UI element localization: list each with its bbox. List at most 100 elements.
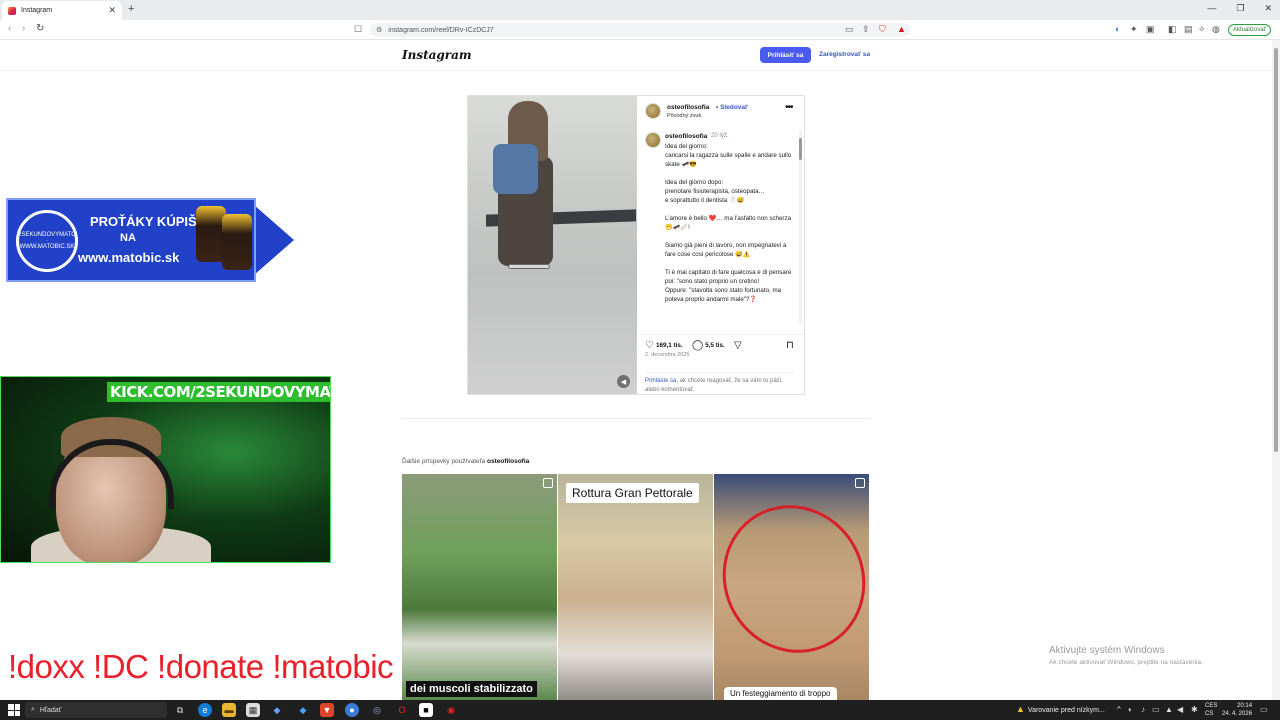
reload-icon[interactable]: ↻ bbox=[36, 23, 44, 34]
url-field[interactable]: ⚙ instagram.com/reel/DRv-ICzDCJ7 bbox=[370, 23, 910, 37]
battery-warning[interactable]: ▲ Varovanie pred nízkym... bbox=[1016, 704, 1105, 714]
sidebar-icon[interactable]: ◧ bbox=[1168, 24, 1177, 35]
tab-search-icon[interactable]: ▤ bbox=[1184, 24, 1193, 35]
more-posts-grid: dei muscoli stabilizzato Rottura Gran Pe… bbox=[402, 474, 870, 700]
steam-icon[interactable]: ◎ bbox=[370, 703, 384, 717]
caption-scroll-thumb[interactable] bbox=[799, 138, 802, 160]
app-icon[interactable]: ◆ bbox=[270, 703, 284, 717]
signup-link[interactable]: Zaregistrovať sa bbox=[819, 51, 870, 58]
start-button[interactable] bbox=[8, 704, 20, 716]
bluetooth-icon[interactable]: ✱ bbox=[1191, 705, 1198, 714]
vpn-icon[interactable]: ◍ bbox=[1212, 24, 1220, 35]
app-icon[interactable]: ■ bbox=[419, 703, 433, 717]
new-tab-icon[interactable]: + bbox=[128, 3, 134, 15]
caption-scrollbar[interactable] bbox=[799, 130, 802, 324]
close-tab-icon[interactable]: ✕ bbox=[108, 5, 116, 16]
more-options-icon[interactable]: ••• bbox=[785, 102, 793, 113]
caption-avatar[interactable] bbox=[645, 132, 661, 148]
protein-jar-image bbox=[222, 214, 252, 270]
taskbar-search[interactable]: ⌕ Hľadať bbox=[25, 702, 167, 718]
page-scroll-thumb[interactable] bbox=[1274, 48, 1278, 452]
notifications-icon[interactable]: ▭ bbox=[1260, 705, 1268, 714]
more-posts-user[interactable]: osteofilosofia bbox=[487, 458, 529, 465]
instagram-header: Instagram Prihlásiť sa Zaregistrovať sa bbox=[0, 40, 1270, 71]
extensions-icon[interactable]: ✦ bbox=[1130, 24, 1138, 35]
skateboard bbox=[508, 264, 550, 269]
sponsor-banner: 2SEKUNDOVYMATO · WWW.MATOBIC.SK PROŤÁKY … bbox=[6, 198, 294, 282]
caption-time: 20 týž. bbox=[711, 133, 729, 139]
tile-caption: Rottura Gran Pettorale bbox=[566, 483, 699, 503]
forward-arrow-icon[interactable]: › bbox=[22, 23, 25, 34]
taskbar-search-label: Hľadať bbox=[39, 706, 62, 714]
leo-ai-icon[interactable]: ✧ bbox=[1198, 24, 1206, 35]
minimize-button[interactable]: — bbox=[1207, 3, 1216, 14]
brave-rewards-icon[interactable]: ▲ bbox=[897, 24, 906, 34]
like-button[interactable]: ♡ 169,1 tis. bbox=[645, 340, 683, 351]
store-icon[interactable]: ▦ bbox=[246, 703, 260, 717]
tray-app-icon[interactable]: ◐ bbox=[1128, 705, 1133, 714]
more-posts-title: Ďalšie príspevky používateľa osteofiloso… bbox=[402, 458, 529, 465]
reel-icon bbox=[855, 478, 865, 488]
tray-chevron-icon[interactable]: ^ bbox=[1117, 705, 1121, 714]
post-tile[interactable]: Un festeggiamento di troppo bbox=[714, 474, 869, 700]
share-post-icon[interactable]: ▽ bbox=[734, 340, 744, 351]
microphone-icon[interactable]: ♪ bbox=[1141, 705, 1145, 714]
streamer-webcam: KICK.COM/2SEKUNDOVYMATO bbox=[0, 376, 331, 563]
save-post-icon[interactable]: ⊓ bbox=[786, 340, 796, 351]
language-indicator[interactable]: CES CS bbox=[1205, 702, 1217, 718]
tab-instagram[interactable]: Instagram ✕ bbox=[2, 1, 122, 20]
opera-icon[interactable]: O bbox=[395, 703, 409, 717]
post-date[interactable]: 2. decembra 2025 bbox=[645, 352, 689, 358]
banner-line1: PROŤÁKY KÚPIŠ bbox=[90, 214, 197, 229]
wallet-icon[interactable]: ▣ bbox=[1146, 24, 1155, 35]
reel-video[interactable]: ◀ bbox=[468, 96, 637, 394]
update-button[interactable]: Aktualizovať bbox=[1228, 24, 1271, 36]
caption-text: Idea del giorno: caricarsi la ragazza su… bbox=[665, 143, 792, 303]
maximize-button[interactable]: ❐ bbox=[1236, 3, 1244, 14]
taskbar-clock[interactable]: 20:14 24. 4. 2026 bbox=[1222, 702, 1252, 718]
post-tile[interactable]: Rottura Gran Pettorale bbox=[558, 474, 713, 700]
audio-label[interactable]: Pôvodný zvuk bbox=[667, 113, 701, 119]
comment-button[interactable]: ◯ 5,5 tis. bbox=[692, 340, 725, 351]
back-arrow-icon[interactable]: ‹ bbox=[8, 23, 11, 34]
login-prompt: Prihláste sa, ak chcete reagovať, že sa … bbox=[645, 372, 795, 395]
author-avatar[interactable] bbox=[645, 103, 661, 119]
tray-app-icon[interactable]: ▭ bbox=[1152, 705, 1160, 714]
clock-date: 24. 4. 2026 bbox=[1222, 711, 1253, 717]
app-icon[interactable]: ◉ bbox=[444, 703, 458, 717]
clock-time: 20:14 bbox=[1237, 703, 1253, 709]
browser-tab-bar: Instagram ✕ + — ❐ ✕ bbox=[0, 0, 1280, 20]
edge-icon[interactable]: e bbox=[198, 703, 212, 717]
brave-shield-icon[interactable]: ⛉ bbox=[879, 24, 886, 35]
warning-text: Varovanie pred nízkym... bbox=[1027, 707, 1105, 714]
post-tile[interactable]: dei muscoli stabilizzato bbox=[402, 474, 557, 700]
caption-username[interactable]: osteofilosofia bbox=[665, 133, 707, 140]
follow-button[interactable]: • Sledovať bbox=[716, 104, 748, 111]
volume-tray-icon[interactable]: ◀ bbox=[1177, 705, 1183, 714]
install-app-icon[interactable]: ▭ bbox=[845, 24, 854, 35]
app-icon[interactable]: ● bbox=[345, 703, 359, 717]
network-icon[interactable]: ▲ bbox=[1165, 705, 1173, 714]
site-info-icon[interactable]: ⚙ bbox=[376, 26, 382, 34]
volume-icon[interactable]: ◀ bbox=[617, 375, 630, 388]
bookmark-icon[interactable]: ☐ bbox=[354, 24, 362, 35]
login-prompt-link[interactable]: Prihláste sa, bbox=[645, 378, 678, 384]
keyboard-code: CS bbox=[1205, 711, 1214, 717]
search-icon: ⌕ bbox=[31, 706, 35, 713]
audio-playing-icon[interactable]: ◖ bbox=[1114, 24, 1119, 34]
more-posts-prefix: Ďalšie príspevky používateľa bbox=[402, 458, 487, 465]
page-scrollbar[interactable] bbox=[1272, 40, 1280, 700]
task-view-icon[interactable]: ⧉ bbox=[173, 703, 187, 717]
close-window-button[interactable]: ✕ bbox=[1264, 3, 1272, 14]
kick-channel-label: KICK.COM/2SEKUNDOVYMATO bbox=[107, 382, 330, 402]
brave-icon[interactable]: ▼ bbox=[320, 703, 334, 717]
window-controls: — ❐ ✕ bbox=[1207, 3, 1272, 14]
author-username[interactable]: osteofilosofia bbox=[667, 104, 709, 111]
share-icon[interactable]: ⇪ bbox=[862, 24, 870, 35]
app-icon[interactable]: ◆ bbox=[296, 703, 310, 717]
login-button[interactable]: Prihlásiť sa bbox=[760, 47, 811, 63]
post-actions: ♡ 169,1 tis. ◯ 5,5 tis. ▽ ⊓ bbox=[638, 334, 804, 351]
caption-area: osteofilosofia 20 týž. Idea del giorno: … bbox=[638, 130, 798, 324]
file-explorer-icon[interactable]: ▬ bbox=[222, 703, 236, 717]
instagram-logo[interactable]: Instagram bbox=[402, 48, 472, 62]
